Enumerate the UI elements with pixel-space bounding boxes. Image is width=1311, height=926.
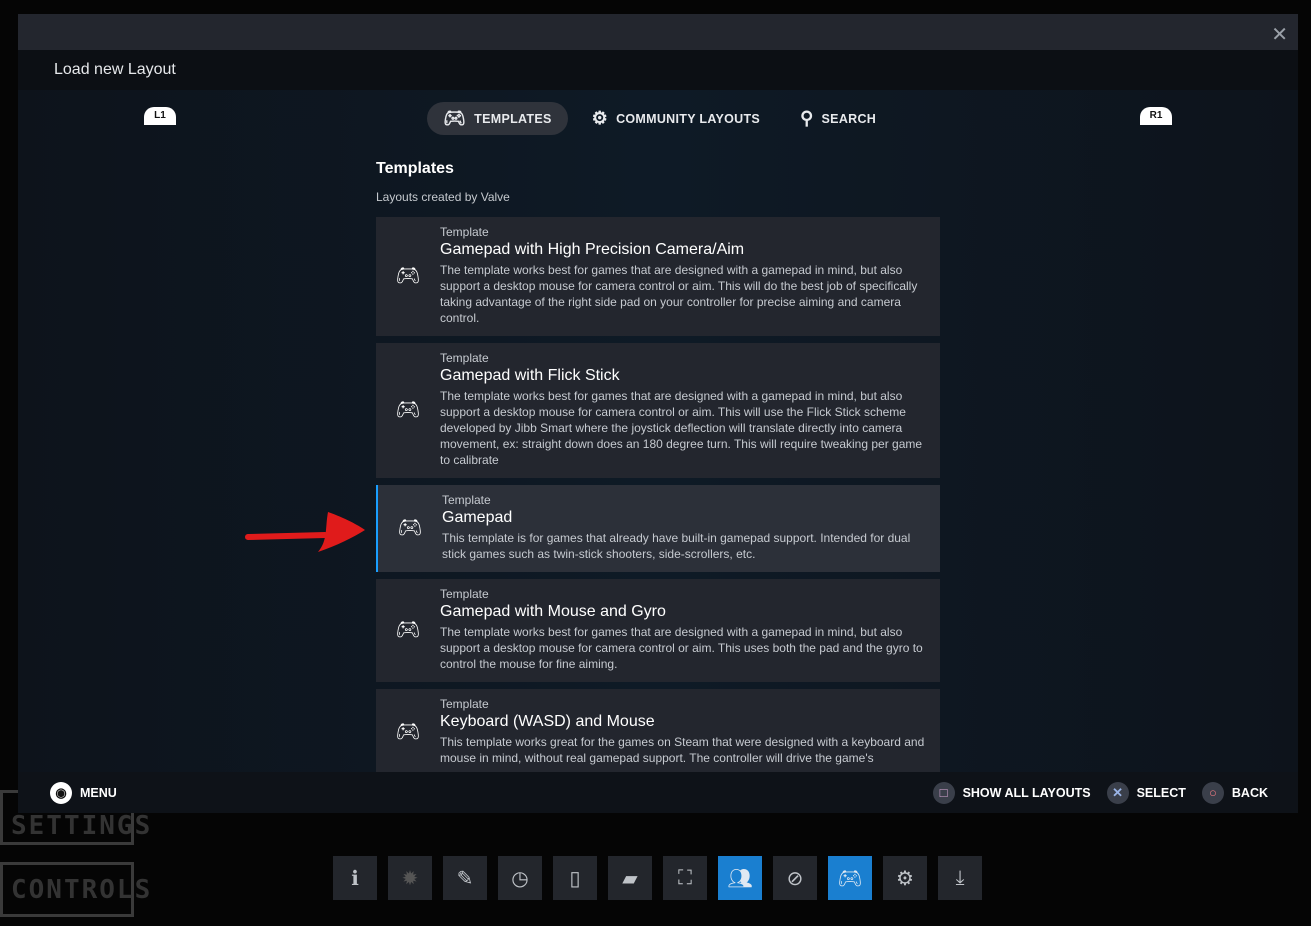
gamepad-icon: 🎮︎: [395, 399, 421, 421]
l1-button[interactable]: L1: [144, 107, 176, 125]
r1-button[interactable]: R1: [1140, 107, 1172, 125]
template-card[interactable]: 🎮︎ Template Gamepad with Mouse and Gyro The…: [376, 579, 940, 682]
template-title: Gamepad with Mouse and Gyro: [440, 603, 666, 620]
playstation-icon: ◉: [50, 781, 72, 804]
friends-icon[interactable]: 👥︎: [718, 856, 762, 900]
settings-icon[interactable]: ⚙: [883, 856, 927, 900]
compass-icon[interactable]: ⊘: [773, 856, 817, 900]
tab-search[interactable]: ⚲ SEARCH: [784, 102, 892, 135]
download-icon[interactable]: ⤓: [938, 856, 982, 900]
template-kind: Template: [440, 587, 489, 601]
template-desc: This template works great for the games …: [440, 735, 925, 765]
circle-button-icon: ○: [1201, 781, 1224, 804]
chat-icon[interactable]: ▰: [608, 856, 652, 900]
gamepad-icon: 🎮︎: [395, 721, 421, 743]
template-card[interactable]: 🎮︎ Template Gamepad with Flick Stick The te…: [376, 343, 940, 478]
select-label: SELECT: [1136, 785, 1186, 800]
template-card[interactable]: 🎮︎ Template Keyboard (WASD) and Mouse This …: [376, 689, 940, 776]
info-icon[interactable]: ℹ: [333, 856, 377, 900]
screenshot-icon[interactable]: ⛶: [663, 856, 707, 900]
gear-badge-icon[interactable]: ✹: [388, 856, 432, 900]
section-subtitle: Layouts created by Valve: [376, 190, 510, 204]
template-title: Keyboard (WASD) and Mouse: [440, 713, 655, 730]
square-button-icon: □: [932, 781, 955, 804]
search-icon: ⚲: [800, 108, 814, 128]
dialog-topbar: ✕: [18, 14, 1298, 50]
template-desc: This template is for games that already …: [442, 531, 911, 561]
history-icon[interactable]: ◷: [498, 856, 542, 900]
tab-label: TEMPLATES: [474, 111, 552, 126]
gamepad-icon: 🎮︎: [443, 108, 467, 128]
show-all-layouts-button[interactable]: □ SHOW ALL LAYOUTS: [932, 781, 1091, 804]
steam-icon: ⚙︎: [591, 108, 609, 128]
tab-community-layouts[interactable]: ⚙︎ COMMUNITY LAYOUTS: [576, 102, 776, 135]
load-layout-dialog: ✕ Load new Layout L1 R1 🎮︎ TEMPLATES ⚙︎ CO…: [18, 14, 1298, 813]
template-title: Gamepad with High Precision Camera/Aim: [440, 241, 745, 258]
tab-label: SEARCH: [821, 111, 877, 126]
template-title: Gamepad: [442, 509, 513, 526]
menu-label: MENU: [80, 785, 117, 800]
select-button[interactable]: ✕ SELECT: [1106, 781, 1186, 804]
pencil-icon[interactable]: ✎: [443, 856, 487, 900]
gamepad-icon: 🎮︎: [395, 265, 421, 287]
bg-controls-label: CONTROLS: [0, 862, 150, 917]
gamepad-icon: 🎮︎: [395, 619, 421, 641]
tab-bar: 🎮︎ TEMPLATES ⚙︎ COMMUNITY LAYOUTS ⚲ SEARCH: [427, 102, 892, 135]
cross-button-icon: ✕: [1106, 781, 1129, 804]
guide-icon[interactable]: ▯: [553, 856, 597, 900]
template-kind: Template: [440, 225, 489, 239]
tab-templates[interactable]: 🎮︎ TEMPLATES: [427, 102, 568, 135]
close-icon[interactable]: ✕: [1271, 22, 1288, 47]
gamepad-icon: 🎮︎: [397, 517, 423, 539]
template-kind: Template: [440, 697, 489, 711]
template-card[interactable]: 🎮︎ Template Gamepad with High Precision Ca…: [376, 217, 940, 336]
back-label: BACK: [1231, 785, 1268, 800]
dialog-body: L1 R1 🎮︎ TEMPLATES ⚙︎ COMMUNITY LAYOUTS ⚲ S…: [18, 90, 1298, 776]
template-desc: The template works best for games that a…: [440, 625, 923, 671]
template-card-selected[interactable]: 🎮︎ Template Gamepad This template is for ga…: [376, 485, 940, 572]
template-kind: Template: [440, 351, 489, 365]
quick-access-dock: ℹ ✹ ✎ ◷ ▯ ▰ ⛶ 👥︎ ⊘ 🎮︎ ⚙ ⤓: [333, 856, 982, 900]
template-title: Gamepad with Flick Stick: [440, 367, 620, 384]
tab-label: COMMUNITY LAYOUTS: [616, 111, 761, 126]
red-arrow-annotation: [245, 512, 365, 552]
dialog-title: Load new Layout: [18, 50, 1298, 90]
show-all-label: SHOW ALL LAYOUTS: [962, 785, 1091, 800]
template-kind: Template: [442, 493, 491, 507]
controller-icon[interactable]: 🎮︎: [828, 856, 872, 900]
section-title: Templates: [376, 160, 454, 177]
template-list: 🎮︎ Template Gamepad with High Precision Ca…: [376, 217, 940, 783]
back-button[interactable]: ○ BACK: [1201, 781, 1268, 804]
template-desc: The template works best for games that a…: [440, 263, 918, 325]
footer-bar: ◉ MENU □ SHOW ALL LAYOUTS ✕ SELECT ○ BACK: [18, 772, 1298, 813]
template-desc: The template works best for games that a…: [440, 389, 923, 467]
menu-button[interactable]: ◉ MENU: [50, 781, 117, 804]
